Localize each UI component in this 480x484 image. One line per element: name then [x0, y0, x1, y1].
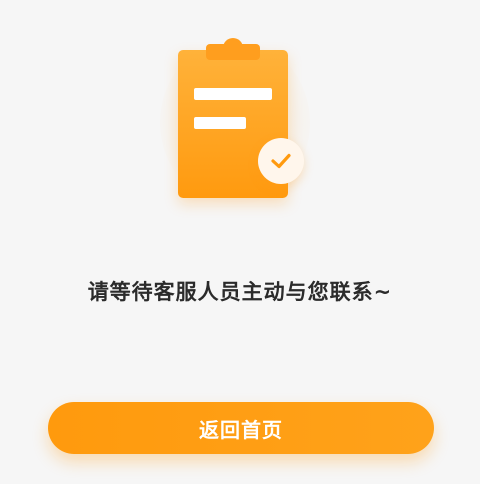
clip-tab — [206, 44, 260, 60]
check-icon — [271, 153, 291, 169]
clipboard-line-long — [194, 88, 272, 100]
check-badge — [258, 138, 304, 184]
clipboard-illustration — [150, 30, 330, 210]
return-home-button[interactable]: 返回首页 — [48, 402, 434, 454]
wait-message: 请等待客服人员主动与您联系~ — [87, 280, 393, 304]
clipboard-line-short — [194, 117, 246, 129]
